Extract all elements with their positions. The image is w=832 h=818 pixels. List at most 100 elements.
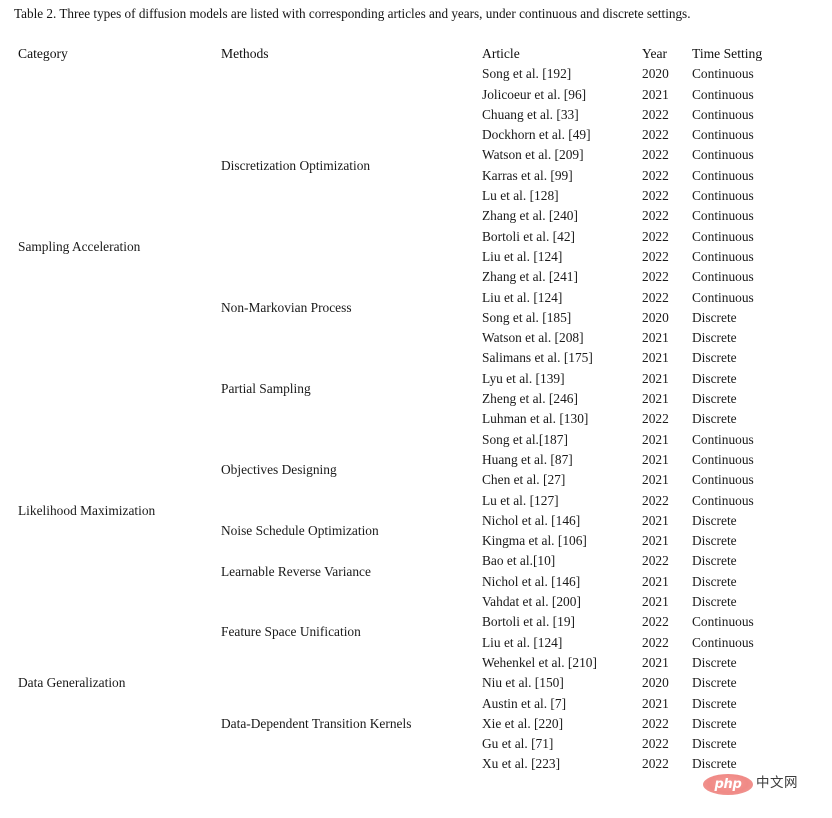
time-setting-cell: Continuous — [692, 147, 754, 163]
time-setting-cell: Continuous — [692, 289, 754, 305]
year-cell: 2021 — [642, 533, 669, 549]
article-cell: Nichol et al. [146] — [482, 573, 581, 589]
table-body: Sampling Acceleration Discretization Opti… — [14, 64, 790, 774]
table-header: Category Methods Article Year Time Setti… — [14, 44, 790, 64]
article-cell: Zheng et al. [246] — [482, 391, 578, 407]
article-cell: Chuang et al. [33] — [482, 106, 579, 122]
table-container: Category Methods Article Year Time Setti… — [14, 44, 790, 775]
time-setting-cell: Continuous — [692, 492, 754, 508]
year-cell: 2021 — [642, 350, 669, 366]
article-cell: Bortoli et al. [42] — [482, 228, 575, 244]
article-cell: Luhman et al. [130] — [482, 411, 589, 427]
article-cell: Song et al.[187] — [482, 431, 568, 447]
year-cell: 2022 — [642, 492, 669, 508]
time-setting-cell: Continuous — [692, 614, 754, 630]
year-cell: 2022 — [642, 269, 669, 285]
method-cell: Objectives Designing — [221, 462, 337, 478]
page-root: Table 2. Three types of diffusion models… — [0, 0, 832, 818]
year-cell: 2022 — [642, 289, 669, 305]
article-cell: Song et al. [185] — [482, 309, 572, 325]
article-cell: Dockhorn et al. [49] — [482, 127, 591, 143]
year-cell: 2021 — [642, 472, 669, 488]
article-cell: Chen et al. [27] — [482, 472, 566, 488]
article-cell: Bortoli et al. [19] — [482, 614, 575, 630]
time-setting-cell: Discrete — [692, 330, 737, 346]
year-cell: 2021 — [642, 594, 669, 610]
time-setting-cell: Discrete — [692, 512, 737, 528]
column-header-methods: Methods — [221, 46, 269, 61]
year-cell: 2022 — [642, 167, 669, 183]
year-cell: 2022 — [642, 634, 669, 650]
year-cell: 2022 — [642, 106, 669, 122]
year-cell: 2020 — [642, 309, 669, 325]
table-caption: Table 2. Three types of diffusion models… — [14, 5, 820, 23]
year-cell: 2021 — [642, 330, 669, 346]
time-setting-cell: Discrete — [692, 573, 737, 589]
time-setting-cell: Continuous — [692, 106, 754, 122]
column-header-category: Category — [18, 46, 68, 61]
time-setting-cell: Continuous — [692, 167, 754, 183]
column-header-year: Year — [642, 46, 668, 61]
article-cell: Vahdat et al. [200] — [482, 594, 581, 610]
watermark-badge-text: php — [714, 776, 742, 792]
year-cell: 2021 — [642, 654, 669, 670]
method-cell: Data-Dependent Transition Kernels — [221, 715, 412, 731]
time-setting-cell: Discrete — [692, 391, 737, 407]
year-cell: 2022 — [642, 756, 669, 772]
year-cell: 2021 — [642, 451, 669, 467]
time-setting-cell: Discrete — [692, 370, 737, 386]
method-cell: Non-Markovian Process — [221, 299, 352, 315]
article-cell: Karras et al. [99] — [482, 167, 573, 183]
table-row: Likelihood Maximization Objectives Design… — [14, 430, 790, 518]
article-cell: Watson et al. [209] — [482, 147, 584, 163]
time-setting-cell: Discrete — [692, 411, 737, 427]
article-cell: Kingma et al. [106] — [482, 533, 587, 549]
category-cell: Likelihood Maximization — [18, 502, 156, 518]
year-cell: 2022 — [642, 228, 669, 244]
time-setting-cell: Continuous — [692, 127, 754, 143]
article-cell: Zhang et al. [240] — [482, 208, 578, 224]
article-cell: Bao et al.[10] — [482, 553, 556, 569]
php-logo-icon: php — [703, 773, 753, 795]
year-cell: 2020 — [642, 66, 669, 82]
year-cell: 2021 — [642, 391, 669, 407]
time-setting-cell: Continuous — [692, 86, 754, 102]
article-cell: Liu et al. [124] — [482, 248, 563, 264]
time-setting-cell: Continuous — [692, 188, 754, 204]
year-cell: 2022 — [642, 736, 669, 752]
year-cell: 2022 — [642, 614, 669, 630]
table-row: Sampling Acceleration Discretization Opti… — [14, 64, 790, 254]
time-setting-cell: Continuous — [692, 451, 754, 467]
time-setting-cell: Continuous — [692, 66, 754, 82]
time-setting-cell: Continuous — [692, 228, 754, 244]
time-setting-cell: Discrete — [692, 736, 737, 752]
article-cell: Lu et al. [128] — [482, 188, 559, 204]
method-cell: Partial Sampling — [221, 380, 311, 396]
article-cell: Salimans et al. [175] — [482, 350, 593, 366]
article-cell: Jolicoeur et al. [96] — [482, 86, 587, 102]
year-cell: 2022 — [642, 248, 669, 264]
category-cell: Sampling Acceleration — [18, 238, 141, 254]
time-setting-cell: Continuous — [692, 208, 754, 224]
article-cell: Gu et al. [71] — [482, 736, 554, 752]
year-cell: 2022 — [642, 127, 669, 143]
time-setting-cell: Discrete — [692, 553, 737, 569]
time-setting-cell: Continuous — [692, 634, 754, 650]
time-setting-cell: Discrete — [692, 695, 737, 711]
article-cell: Austin et al. [7] — [482, 695, 567, 711]
year-cell: 2021 — [642, 431, 669, 447]
time-setting-cell: Discrete — [692, 533, 737, 549]
time-setting-cell: Discrete — [692, 350, 737, 366]
time-setting-cell: Discrete — [692, 715, 737, 731]
year-cell: 2022 — [642, 188, 669, 204]
article-cell: Zhang et al. [241] — [482, 269, 578, 285]
year-cell: 2022 — [642, 553, 669, 569]
caption-text: Three types of diffusion models are list… — [59, 6, 691, 21]
header-row: Category Methods Article Year Time Setti… — [14, 44, 790, 64]
year-cell: 2021 — [642, 370, 669, 386]
year-cell: 2022 — [642, 208, 669, 224]
caption-label: Table 2. — [14, 6, 57, 21]
year-cell: 2021 — [642, 695, 669, 711]
article-cell: Liu et al. [124] — [482, 634, 563, 650]
year-cell: 2021 — [642, 86, 669, 102]
